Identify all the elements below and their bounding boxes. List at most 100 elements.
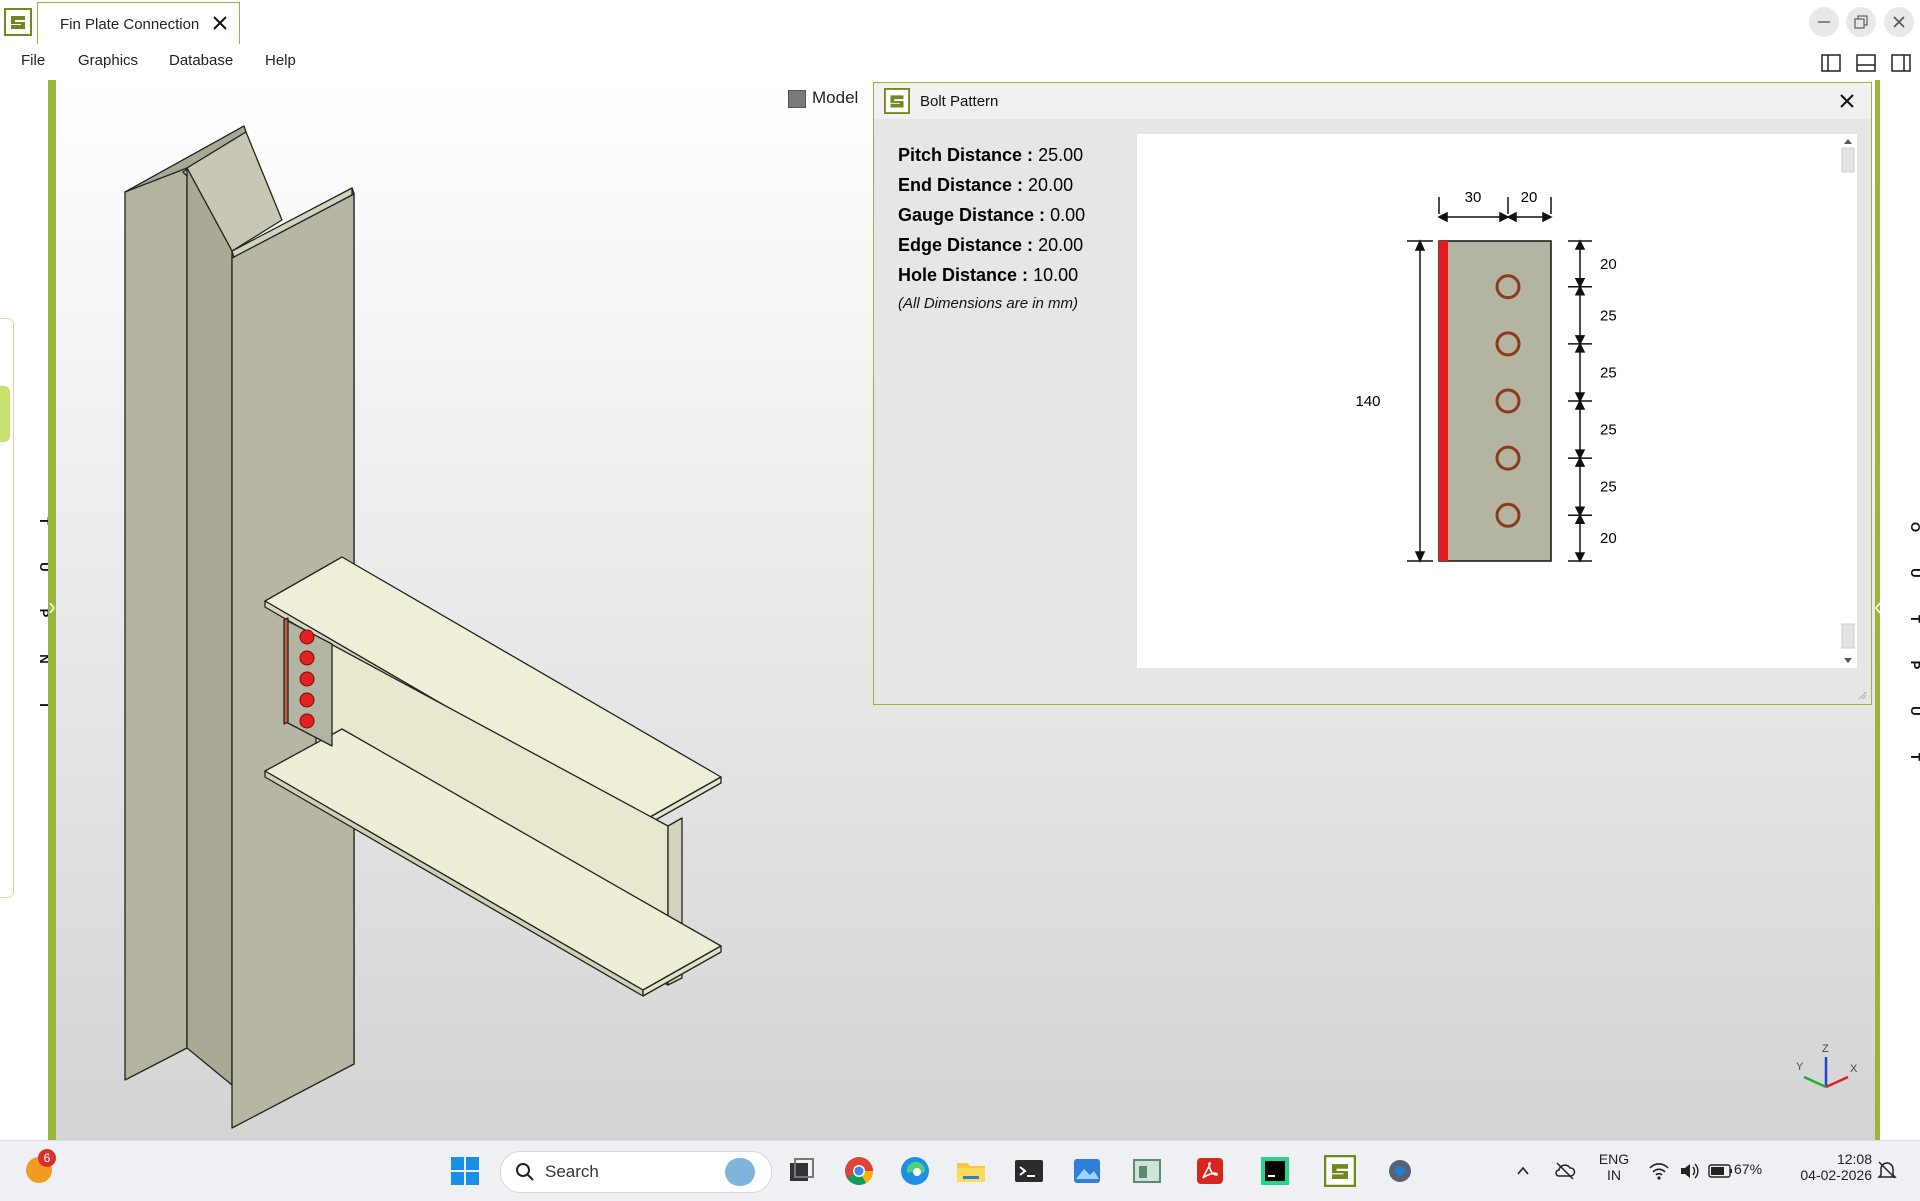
wifi-icon[interactable]: [1648, 1161, 1670, 1181]
settings-icon[interactable]: [1384, 1155, 1416, 1187]
param-label: Hole Distance :: [898, 265, 1029, 285]
time: 12:08: [1836, 1151, 1872, 1167]
axis-x-label: X: [1850, 1063, 1858, 1075]
toggle-right-panel-icon[interactable]: [1890, 52, 1912, 74]
param-label: Pitch Distance :: [898, 145, 1034, 165]
chain-dim-label: 25: [1600, 364, 1617, 381]
bolt-pattern-dialog: Bolt Pattern Pitch Distance : 25.00 End …: [873, 82, 1872, 705]
chrome-icon[interactable]: [843, 1155, 875, 1187]
language-code: ENG: [1598, 1151, 1630, 1167]
chevron-right-icon[interactable]: [48, 600, 56, 616]
menu-database[interactable]: Database: [169, 52, 233, 69]
task-view-icon[interactable]: [786, 1155, 818, 1187]
top-dim-label: 30: [1465, 189, 1482, 206]
vertical-scrollbar[interactable]: [1839, 134, 1857, 668]
bolt: [299, 650, 315, 666]
minimize-icon: [1818, 21, 1830, 23]
start-icon[interactable]: [449, 1155, 481, 1187]
bolt: [299, 692, 315, 708]
bolt: [299, 713, 315, 729]
search-icon: [516, 1163, 534, 1181]
toggle-left-panel-icon[interactable]: [1820, 52, 1842, 74]
pycharm-icon[interactable]: [1259, 1155, 1291, 1187]
param-value: 20.00: [1038, 235, 1084, 255]
model-label: Model: [812, 88, 859, 107]
input-dock-grip[interactable]: [0, 386, 10, 442]
chain-dim-label: 20: [1600, 530, 1617, 547]
column-back-flange: [124, 167, 188, 1081]
terminal-icon[interactable]: [1013, 1155, 1045, 1187]
restore-button[interactable]: [1846, 7, 1876, 37]
hole-distance-row: Hole Distance : 10.00: [898, 265, 1078, 286]
photos-icon[interactable]: [1071, 1155, 1103, 1187]
output-dock-label: O U T P U T: [1893, 504, 1920, 780]
scrollbar-track: [1841, 139, 1855, 663]
axis-z-label: Z: [1822, 1043, 1829, 1055]
search-highlight-icon: [725, 1158, 755, 1186]
language-region: IN: [1607, 1167, 1621, 1183]
axis-triad: [1803, 1057, 1849, 1089]
tab-fin-plate-connection[interactable]: Fin Plate Connection: [37, 2, 240, 44]
volume-icon[interactable]: [1678, 1161, 1700, 1181]
input-dock[interactable]: T U P N I: [0, 80, 52, 1140]
chevron-up-icon[interactable]: [1516, 1164, 1530, 1178]
close-tab-icon[interactable]: [209, 12, 231, 34]
axis-y-label: Y: [1796, 1061, 1804, 1073]
app-window-icon[interactable]: [1131, 1155, 1163, 1187]
input-dock-splitter[interactable]: [48, 80, 56, 1140]
close-icon: [1893, 16, 1905, 28]
battery-percent: 67%: [1734, 1161, 1763, 1177]
close-window-button[interactable]: [1884, 7, 1914, 37]
param-value: 20.00: [1028, 175, 1074, 195]
acrobat-icon[interactable]: [1194, 1155, 1226, 1187]
height-dimension-line: [1407, 239, 1433, 563]
top-dim-label: 20: [1521, 189, 1538, 206]
close-dialog-icon[interactable]: [1837, 91, 1857, 111]
chain-dim-label: 20: [1600, 256, 1617, 273]
input-dock-label: T U P N I: [37, 517, 52, 707]
column-web-face: [186, 167, 233, 1086]
toggle-bottom-panel-icon[interactable]: [1855, 52, 1877, 74]
clock[interactable]: 12:08 04-02-2026: [1782, 1151, 1872, 1183]
output-dock[interactable]: O U T P U T: [1880, 80, 1920, 1140]
units-note: (All Dimensions are in mm): [898, 295, 1079, 312]
param-label: Edge Distance :: [898, 235, 1034, 255]
model-checkbox[interactable]: [788, 90, 806, 108]
param-value: 25.00: [1038, 145, 1084, 165]
battery-icon[interactable]: [1708, 1163, 1734, 1179]
right-dimension-chain: [1568, 239, 1592, 563]
cloud-off-icon[interactable]: [1554, 1160, 1576, 1182]
search-placeholder: Search: [545, 1162, 599, 1181]
osdag-icon[interactable]: [1324, 1155, 1356, 1187]
app-logo-icon: [884, 88, 910, 114]
bolt-pattern-drawing[interactable]: 30 20 140 20 25 25 25 25 20: [1137, 134, 1857, 668]
chain-dim-label: 25: [1600, 307, 1617, 324]
file-explorer-icon[interactable]: [955, 1155, 987, 1187]
chain-dim-label: 25: [1600, 422, 1617, 439]
app-logo-icon: [4, 8, 32, 36]
bolt: [299, 671, 315, 687]
right-dimension-labels: 20 25 25 25 25 20: [1600, 256, 1617, 547]
edge-icon[interactable]: [899, 1155, 931, 1187]
taskbar-search[interactable]: Search: [500, 1151, 772, 1193]
resize-grip-icon[interactable]: [1857, 690, 1867, 700]
menu-bar: File Graphics Database Help: [0, 46, 1920, 80]
dialog-title: Bolt Pattern: [920, 93, 999, 110]
date: 04-02-2026: [1800, 1167, 1872, 1183]
menu-help[interactable]: Help: [265, 52, 296, 69]
edge-distance-row: Edge Distance : 20.00: [898, 235, 1083, 256]
notification-badge: 6: [38, 1149, 56, 1167]
param-label: End Distance :: [898, 175, 1024, 195]
notification-bell-icon[interactable]: [1876, 1159, 1898, 1181]
minimize-button[interactable]: [1809, 7, 1839, 37]
language-indicator[interactable]: ENG IN: [1594, 1151, 1634, 1183]
taskbar: 6 Search ENG IN 67% 12:08 04-02-2026: [0, 1140, 1920, 1201]
title-bar: Fin Plate Connection: [0, 0, 1920, 46]
menu-file[interactable]: File: [21, 52, 45, 69]
fin-plate-edge: [283, 617, 289, 725]
height-dim-label: 140: [1355, 393, 1380, 410]
pitch-distance-row: Pitch Distance : 25.00: [898, 145, 1083, 166]
fin-plate-outline: [1438, 240, 1552, 562]
gauge-distance-row: Gauge Distance : 0.00: [898, 205, 1085, 226]
menu-graphics[interactable]: Graphics: [78, 52, 138, 69]
